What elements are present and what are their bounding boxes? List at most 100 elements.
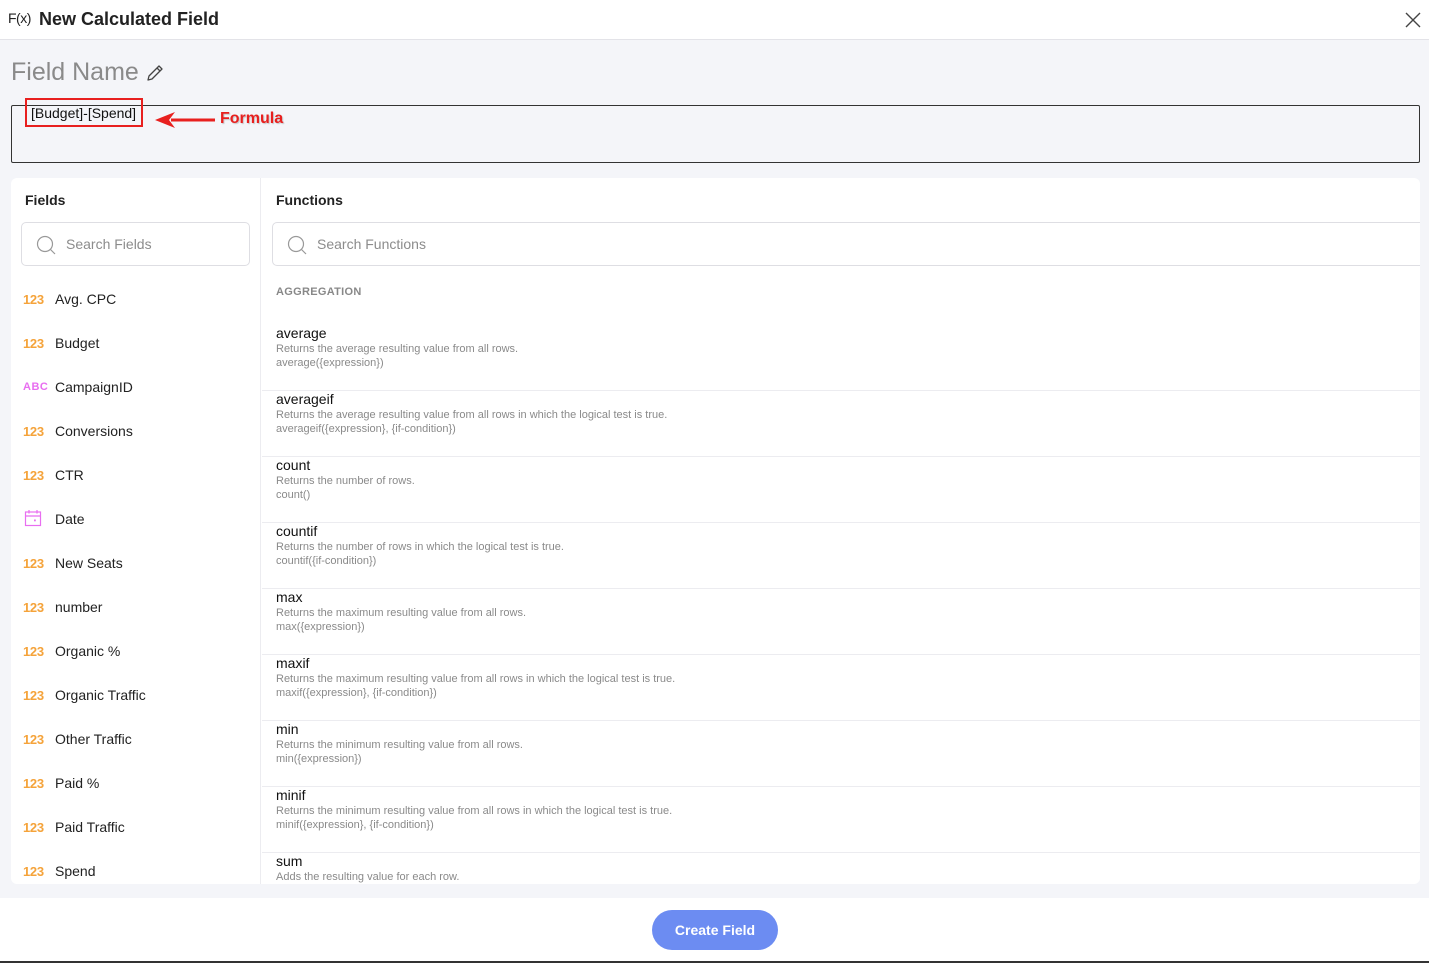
field-item[interactable]: 123 New Seats — [11, 548, 260, 592]
dialog-footer: Create Field — [0, 898, 1429, 963]
field-item[interactable]: 123 CTR — [11, 460, 260, 504]
number-type-icon: 123 — [23, 292, 44, 307]
field-name-title[interactable]: Field Name — [11, 58, 139, 87]
text-type-icon: ABC — [23, 381, 49, 393]
field-item[interactable]: 123 Other Traffic — [11, 724, 260, 768]
number-type-icon: 123 — [23, 864, 44, 879]
calendar-icon — [24, 510, 42, 527]
field-label: New Seats — [55, 555, 123, 571]
number-type-icon: 123 — [23, 732, 44, 747]
field-item[interactable]: 123 Organic % — [11, 636, 260, 680]
search-fields-box[interactable] — [21, 222, 250, 266]
function-name: sum — [276, 853, 303, 869]
function-name: count — [276, 457, 311, 473]
function-signature: maxif({expression}, {if-condition}) — [276, 687, 437, 699]
functions-title: Functions — [276, 192, 343, 208]
function-item[interactable]: minif Returns the minimum resulting value… — [262, 787, 1420, 853]
function-description: Returns the maximum resulting value from… — [276, 673, 676, 685]
field-label: CTR — [55, 467, 84, 483]
search-functions-box[interactable] — [272, 222, 1420, 266]
field-item[interactable]: 123 Conversions — [11, 416, 260, 460]
function-item[interactable]: maxif Returns the maximum resulting value… — [262, 655, 1420, 721]
number-type-icon: 123 — [23, 424, 44, 439]
search-icon — [36, 235, 56, 255]
function-name: maxif — [276, 655, 310, 671]
field-item[interactable]: 123 Organic Traffic — [11, 680, 260, 724]
function-item[interactable]: sum Adds the resulting value for each row… — [262, 853, 1420, 884]
arrow-left-icon — [155, 112, 215, 128]
formula-annotation: Formula — [220, 110, 284, 127]
function-item[interactable]: countif Returns the number of rows in whi… — [262, 523, 1420, 589]
function-description: Returns the number of rows in which the … — [276, 541, 564, 553]
field-item[interactable]: 123 Budget — [11, 328, 260, 372]
category-title: AGGREGATION — [276, 286, 362, 298]
formula-highlight-box — [25, 98, 143, 127]
function-item[interactable]: max Returns the maximum resulting value f… — [262, 589, 1420, 655]
number-type-icon: 123 — [23, 556, 44, 571]
field-label: number — [55, 599, 103, 615]
pencil-icon[interactable] — [144, 62, 166, 84]
field-label: Organic Traffic — [55, 687, 146, 703]
field-label: Paid % — [55, 775, 100, 791]
number-type-icon: 123 — [23, 468, 44, 483]
create-field-button[interactable]: Create Field — [652, 910, 778, 950]
function-name: averageif — [276, 391, 334, 407]
field-label: Budget — [55, 335, 100, 351]
function-icon: F(x) — [8, 10, 31, 26]
field-item[interactable]: 123 Spend — [11, 856, 260, 884]
field-label: Paid Traffic — [55, 819, 125, 835]
field-label: Avg. CPC — [55, 291, 117, 307]
number-type-icon: 123 — [23, 776, 44, 791]
field-item[interactable]: 123 Avg. CPC — [11, 284, 260, 328]
function-description: Returns the maximum resulting value from… — [276, 607, 527, 619]
function-item[interactable]: count Returns the number of rows. count() — [262, 457, 1420, 523]
field-label: Spend — [55, 863, 96, 879]
functions-column: Functions AGGREGATION average Returns the… — [262, 178, 1420, 884]
field-label: Date — [55, 511, 85, 527]
number-type-icon: 123 — [23, 688, 44, 703]
search-fields-input[interactable] — [66, 223, 246, 265]
function-description: Returns the number of rows. — [276, 475, 415, 487]
function-description: Returns the minimum resulting value from… — [276, 805, 673, 817]
field-label: CampaignID — [55, 379, 133, 395]
close-icon[interactable] — [1403, 10, 1423, 30]
number-type-icon: 123 — [23, 336, 44, 351]
function-name: average — [276, 325, 327, 341]
fields-title: Fields — [25, 192, 66, 208]
function-description: Returns the average resulting value from… — [276, 409, 668, 421]
editor-panel: Fields 123 Avg. CPC 123 Budget ABC CampaignID… — [11, 178, 1420, 884]
field-label: Conversions — [55, 423, 133, 439]
dialog-title: New Calculated Field — [39, 9, 220, 29]
function-name: minif — [276, 787, 306, 803]
field-item[interactable]: ABC CampaignID — [11, 372, 260, 416]
field-item[interactable]: 123 Paid % — [11, 768, 260, 812]
dialog-header: F(x) New Calculated Field — [0, 0, 1429, 40]
field-label: Organic % — [55, 643, 121, 659]
function-signature: average({expression}) — [276, 357, 384, 369]
number-type-icon: 123 — [23, 600, 44, 615]
function-signature: countif({if-condition}) — [276, 555, 377, 567]
field-item[interactable]: Date — [11, 504, 260, 548]
function-signature: max({expression}) — [276, 621, 365, 633]
function-item[interactable]: min Returns the minimum resulting value f… — [262, 721, 1420, 787]
field-item[interactable]: 123 number — [11, 592, 260, 636]
number-type-icon: 123 — [23, 820, 44, 835]
field-item[interactable]: 123 Paid Traffic — [11, 812, 260, 856]
function-name: countif — [276, 523, 318, 539]
function-description: Returns the average resulting value from… — [276, 343, 519, 355]
fields-column: Fields 123 Avg. CPC 123 Budget ABC CampaignID… — [11, 178, 261, 884]
function-signature: minif({expression}, {if-condition}) — [276, 819, 434, 831]
function-description: Adds the resulting value for each row. — [276, 871, 460, 883]
number-type-icon: 123 — [23, 644, 44, 659]
function-item[interactable]: averageif Returns the average resulting v… — [262, 391, 1420, 457]
function-signature: count() — [276, 489, 311, 501]
field-label: Other Traffic — [55, 731, 132, 747]
function-description: Returns the minimum resulting value from… — [276, 739, 523, 751]
function-name: min — [276, 721, 299, 737]
search-icon — [287, 235, 307, 255]
search-functions-input[interactable] — [317, 223, 1417, 265]
function-item[interactable]: average Returns the average resulting val… — [262, 325, 1420, 391]
function-name: max — [276, 589, 303, 605]
function-signature: averageif({expression}, {if-condition}) — [276, 423, 456, 435]
function-signature: min({expression}) — [276, 753, 362, 765]
